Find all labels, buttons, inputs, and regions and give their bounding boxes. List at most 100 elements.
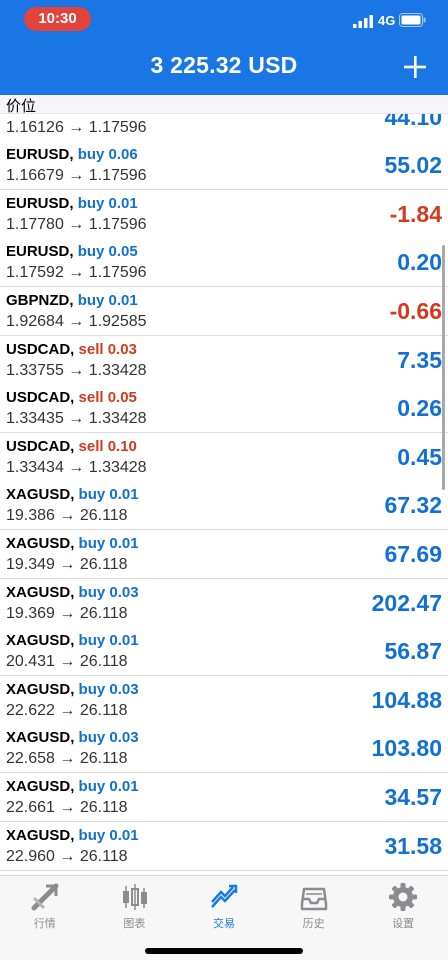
position-header: XAGUSD, buy 0.03 [6, 681, 139, 698]
position-symbol: GBPNZD [6, 291, 70, 309]
position-header: XAGUSD, buy 0.03 [6, 584, 139, 601]
network-label: 4G [378, 13, 396, 28]
history-icon [300, 887, 328, 911]
add-position-button[interactable] [400, 52, 430, 82]
position-row[interactable]: USDCAD, sell 0.10 1.33434 → 1.33428 0.45 [0, 432, 448, 482]
position-prices: 1.92684 → 1.92585 [6, 312, 147, 330]
status-bar: 10:30 4G [0, 0, 448, 40]
position-profit: 67.32 [384, 492, 442, 519]
position-row[interactable]: XAGUSD, buy 0.03 22.622 → 26.118 104.88 [0, 675, 448, 725]
trade-icon [211, 884, 238, 908]
position-side: sell 0.05 [78, 389, 137, 407]
separator: , [70, 437, 79, 455]
position-header: XAGUSD, buy 0.01 [6, 632, 139, 649]
tab-settings[interactable]: 设置 [358, 876, 448, 936]
position-symbol: XAGUSD [6, 534, 71, 552]
separator: , [70, 389, 79, 407]
position-row[interactable]: EURUSD, buy 0.01 1.17780 → 1.17596 -1.84 [0, 189, 448, 239]
position-side: buy 0.01 [78, 777, 139, 795]
position-row[interactable]: XAGUSD, buy 0.03 22.658 → 26.118 103.80 [0, 724, 448, 774]
position-profit: -1.84 [389, 200, 442, 227]
position-profit: 55.02 [384, 152, 442, 179]
position-row[interactable]: XAGUSD, buy 0.01 19.349 → 26.118 67.69 [0, 529, 448, 579]
position-prices: 22.622 → 26.118 [6, 701, 128, 719]
position-symbol: USDCAD [6, 389, 71, 407]
position-symbol: USDCAD [6, 437, 71, 455]
position-symbol: XAGUSD [6, 777, 71, 795]
position-header: XAGUSD, buy 0.01 [6, 486, 139, 503]
position-symbol: EURUSD [6, 146, 70, 164]
position-header: USDCAD, sell 0.03 [6, 341, 137, 358]
battery-icon [399, 13, 426, 27]
position-row[interactable]: USDCAD, sell 0.03 1.33755 → 1.33428 7.35 [0, 335, 448, 385]
app-header: 10:30 4G 3 225.32 USD [0, 0, 448, 95]
position-header: EURUSD, buy 0.06 [6, 146, 138, 163]
signal-icon [353, 15, 373, 28]
separator: , [69, 146, 78, 164]
position-prices: 1.33434 → 1.33428 [6, 458, 147, 476]
position-side: sell 0.10 [78, 437, 137, 455]
scrollbar[interactable] [442, 245, 445, 490]
quotes-icon [31, 883, 59, 911]
position-row[interactable]: XAGUSD, buy 0.01 20.431 → 26.118 56.87 [0, 627, 448, 677]
position-profit: 7.35 [397, 346, 442, 373]
position-symbol: XAGUSD [6, 729, 71, 747]
balance-title: 3 225.32 USD [150, 52, 298, 78]
home-indicator [145, 948, 303, 954]
position-prices: 19.369 → 26.118 [6, 604, 128, 622]
position-row[interactable]: XAGUSD, buy 0.01 22.960 → 26.118 31.58 [0, 821, 448, 871]
position-symbol: XAGUSD [6, 583, 71, 601]
separator: , [70, 486, 79, 504]
position-profit: 56.87 [384, 638, 442, 665]
position-symbol: EURUSD [6, 243, 70, 261]
position-row[interactable]: XAGUSD, buy 0.01 22.661 → 26.118 34.57 [0, 772, 448, 822]
position-header: XAGUSD, buy 0.01 [6, 778, 139, 795]
positions-list[interactable]: 1.16126 → 1.17596 44.10 EURUSD, buy 0.06 1.… [0, 95, 448, 875]
position-symbol: EURUSD [6, 194, 70, 212]
position-profit: 34.57 [384, 783, 442, 810]
position-prices: 1.16679 → 1.17596 [6, 167, 147, 185]
position-side: buy 0.03 [78, 583, 139, 601]
position-profit: 103.80 [371, 735, 442, 762]
position-side: buy 0.06 [77, 146, 138, 164]
position-profit: 104.88 [371, 686, 442, 713]
position-prices: 1.33755 → 1.33428 [6, 361, 147, 379]
tab-history[interactable]: 历史 [269, 876, 359, 936]
position-profit: 202.47 [371, 589, 442, 616]
position-prices: 22.661 → 26.118 [6, 798, 128, 816]
separator: , [70, 826, 79, 844]
position-prices: 22.960 → 26.118 [6, 847, 128, 865]
position-profit: -0.66 [389, 297, 442, 324]
position-side: buy 0.05 [77, 243, 138, 261]
separator: , [70, 729, 79, 747]
tab-trade[interactable]: 交易 [179, 876, 269, 936]
position-side: buy 0.01 [77, 291, 138, 309]
chart-icon [122, 884, 147, 910]
position-row[interactable]: EURUSD, buy 0.06 1.16679 → 1.17596 55.02 [0, 141, 448, 191]
position-row[interactable]: GBPNZD, buy 0.01 1.92684 → 1.92585 -0.66 [0, 286, 448, 336]
position-side: buy 0.01 [77, 194, 138, 212]
position-row[interactable]: XAGUSD, buy 0.03 19.369 → 26.118 202.47 [0, 578, 448, 628]
tab-label: 历史 [302, 917, 325, 930]
position-symbol: USDCAD [6, 340, 71, 358]
position-header: EURUSD, buy 0.05 [6, 243, 138, 260]
position-row[interactable]: EURUSD, buy 0.05 1.17592 → 1.17596 0.20 [0, 238, 448, 288]
position-side: buy 0.03 [78, 680, 139, 698]
position-prices: 1.17592 → 1.17596 [6, 264, 147, 282]
tab-label: 交易 [212, 917, 235, 930]
tab-quotes[interactable]: 行情 [0, 876, 90, 936]
position-side: buy 0.01 [78, 826, 139, 844]
position-header: XAGUSD, buy 0.03 [6, 729, 139, 746]
position-prices: 22.658 → 26.118 [6, 750, 128, 768]
separator: , [70, 534, 79, 552]
position-row[interactable]: XAGUSD, buy 0.01 19.386 → 26.118 67.32 [0, 481, 448, 531]
tab-label: 行情 [33, 917, 56, 930]
separator: , [70, 777, 79, 795]
position-symbol: XAGUSD [6, 680, 71, 698]
position-header: USDCAD, sell 0.10 [6, 438, 137, 455]
tab-chart[interactable]: 图表 [90, 876, 180, 936]
separator: , [69, 194, 78, 212]
separator: , [70, 340, 79, 358]
position-prices: 20.431 → 26.118 [6, 653, 128, 671]
position-row[interactable]: USDCAD, sell 0.05 1.33435 → 1.33428 0.26 [0, 384, 448, 434]
